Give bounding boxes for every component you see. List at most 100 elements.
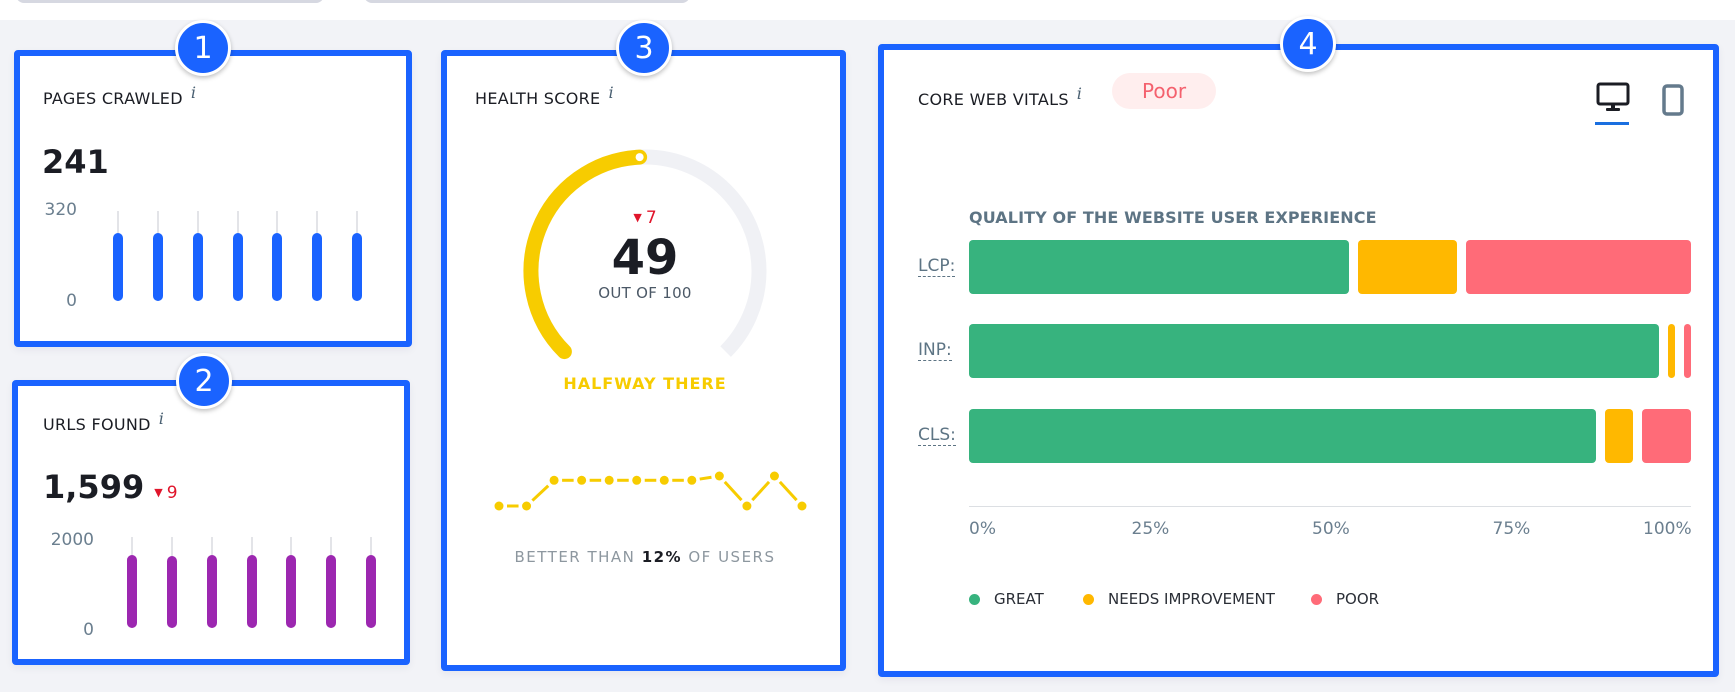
sparkline-segment: [699, 475, 712, 481]
step-badge-1: 1: [175, 20, 231, 76]
mini-bar-column[interactable]: [312, 211, 323, 301]
mini-bar: [352, 233, 363, 301]
sparkline-point[interactable]: [659, 475, 669, 485]
cwv-segment-great[interactable]: [969, 409, 1596, 463]
health-status-label: HALFWAY THERE: [563, 374, 727, 393]
cwv-segment-needs-improvement[interactable]: [1604, 409, 1633, 463]
urls-found-delta: ▼ 9: [154, 483, 177, 503]
legend-dot-icon: [1311, 593, 1322, 605]
pages-crawled-value: 241: [42, 143, 109, 181]
mini-bar-column[interactable]: [127, 537, 137, 628]
health-score-value: 49: [611, 230, 679, 286]
urls-found-card: URLS FOUND i 1,599 ▼ 9 2000 0: [12, 380, 410, 665]
info-icon[interactable]: i: [191, 83, 196, 102]
pages-crawled-title: PAGES CRAWLED i: [43, 83, 196, 108]
legend-label: NEEDS IMPROVEMENT: [1108, 590, 1275, 608]
sparkline-point[interactable]: [577, 475, 587, 485]
top-strip: [0, 0, 1735, 20]
mini-bar-column[interactable]: [192, 211, 203, 301]
x-tick-label: 100%: [1643, 519, 1692, 539]
mini-bar-column[interactable]: [206, 537, 217, 628]
cwv-chart: LCP: INP: CLS: 0% 25% 50% 75% 100% GREAT NEEDS IM…: [884, 50, 1713, 671]
top-tab[interactable]: [16, 0, 324, 3]
step-badge-2: 2: [176, 353, 232, 409]
mini-bar-column[interactable]: [326, 537, 337, 628]
mini-bar: [192, 233, 203, 301]
mini-bar-column[interactable]: [232, 211, 243, 301]
sparkline-point[interactable]: [522, 501, 532, 511]
health-score-card: HEALTH SCORE i ▼ 7 49 OUT OF 100 HALFWAY T…: [441, 50, 846, 671]
pages-crawled-card: PAGES CRAWLED i 241 320 0: [14, 50, 412, 347]
title-text: PAGES CRAWLED: [43, 89, 183, 108]
sparkline-point[interactable]: [687, 475, 697, 485]
health-score-title: HEALTH SCORE i: [475, 83, 614, 108]
cwv-segment-great[interactable]: [969, 240, 1350, 294]
gauge-center: ▼ 7 49 OUT OF 100: [545, 208, 745, 302]
mini-bar: [152, 233, 163, 301]
info-icon[interactable]: i: [159, 409, 164, 428]
mini-bar-column[interactable]: [246, 537, 257, 628]
axis-max-label: 2000: [50, 530, 94, 550]
sparkline-segment: [723, 480, 743, 502]
cwv-segment-great[interactable]: [969, 324, 1659, 378]
mini-bar: [246, 555, 257, 628]
down-arrow-icon: ▼: [154, 486, 163, 499]
sparkline-point[interactable]: [742, 501, 752, 511]
mini-bar-column[interactable]: [272, 211, 283, 301]
sparkline-segment: [778, 480, 798, 502]
info-icon[interactable]: i: [608, 83, 613, 102]
cwv-segment-poor[interactable]: [1465, 240, 1691, 294]
mini-bar: [127, 555, 137, 628]
sparkline-point[interactable]: [604, 475, 614, 485]
urls-found-chart: [127, 537, 397, 628]
mini-bar-column[interactable]: [166, 537, 177, 628]
legend-item-poor[interactable]: POOR: [1311, 590, 1379, 608]
cwv-segment-poor[interactable]: [1641, 409, 1691, 463]
x-tick-label: 50%: [1312, 519, 1350, 539]
metric-label-cls[interactable]: CLS:: [918, 425, 956, 446]
better-suffix: OF USERS: [688, 548, 776, 566]
legend-item-needs-improvement[interactable]: NEEDS IMPROVEMENT: [1083, 590, 1275, 608]
delta-value: 9: [166, 483, 178, 503]
step-badge-4: 4: [1280, 16, 1336, 72]
mini-bar-column[interactable]: [352, 211, 363, 301]
cwv-segment-needs-improvement[interactable]: [1667, 324, 1675, 378]
mini-bar-column[interactable]: [366, 537, 377, 628]
down-arrow-icon: ▼: [633, 211, 642, 224]
health-history-sparkline: [494, 471, 807, 511]
x-tick-label: 75%: [1492, 519, 1531, 539]
mini-bar-column[interactable]: [152, 211, 163, 301]
sparkline-point[interactable]: [632, 475, 642, 485]
legend-item-great[interactable]: GREAT: [969, 590, 1044, 608]
cwv-segment-needs-improvement[interactable]: [1358, 240, 1457, 294]
sparkline-point[interactable]: [769, 471, 779, 481]
sparkline-point[interactable]: [714, 471, 724, 481]
mini-bar: [232, 233, 243, 301]
top-tab[interactable]: [364, 0, 690, 3]
urls-found-value: 1,599: [43, 468, 145, 506]
gauge-knob: [635, 153, 644, 162]
out-of-label: OUT OF 100: [598, 284, 692, 302]
sparkline-point[interactable]: [549, 475, 559, 485]
step-badge-3: 3: [616, 20, 672, 76]
cwv-segment-poor[interactable]: [1683, 324, 1691, 378]
better-value: 12%: [641, 548, 683, 566]
metric-label-lcp[interactable]: LCP:: [918, 256, 956, 277]
title-text: URLS FOUND: [43, 415, 151, 434]
sparkline-point[interactable]: [494, 501, 504, 511]
legend-label: GREAT: [994, 590, 1044, 608]
health-delta: ▼ 7: [545, 208, 745, 228]
sparkline-point[interactable]: [797, 501, 807, 511]
metric-label-inp[interactable]: INP:: [918, 340, 952, 361]
mini-bar-column[interactable]: [286, 537, 297, 628]
core-web-vitals-card: CORE WEB VITALS i Poor QUALITY OF THE WEB…: [878, 44, 1719, 677]
urls-found-title: URLS FOUND i: [43, 409, 164, 434]
mini-bar: [312, 233, 323, 301]
urls-found-value-row: 1,599 ▼ 9: [43, 468, 178, 506]
cwv-x-axis: [969, 506, 1691, 507]
axis-min-label: 0: [83, 620, 94, 640]
mini-bar: [206, 555, 217, 628]
better-than-text: BETTER THAN 12% OF USERS: [465, 548, 825, 566]
sparkline-segment: [751, 480, 771, 502]
mini-bar-column[interactable]: [113, 211, 123, 301]
